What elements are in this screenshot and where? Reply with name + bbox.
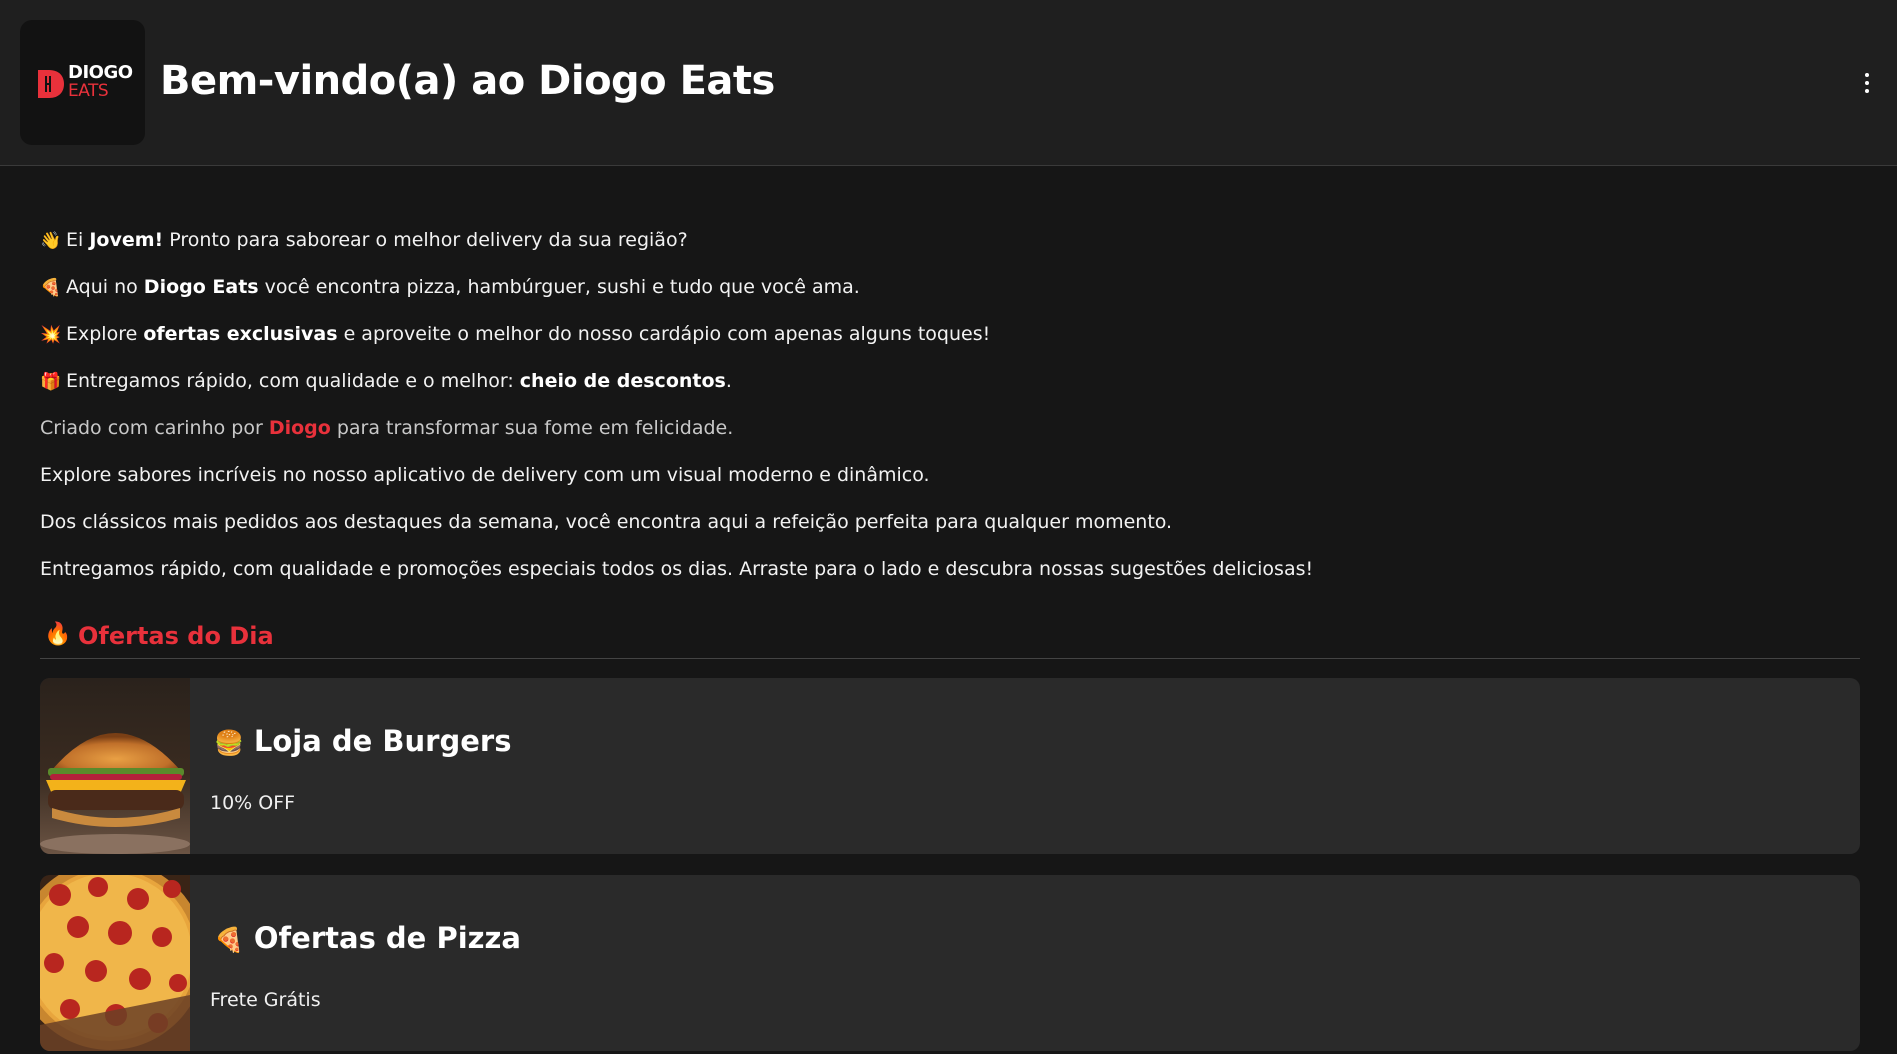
paragraph-1: Explore sabores incríveis no nosso aplic… [40, 464, 930, 486]
section-title: Ofertas do Dia [78, 622, 274, 650]
pizza-icon: 🍕 [40, 278, 62, 298]
intro-text: Ei [66, 229, 90, 251]
offer-title-text: Ofertas de Pizza [253, 921, 521, 955]
logo-wordmark: DIOGO EATS [68, 64, 133, 100]
intro-line-2: 🍕 Aqui no Diogo Eats você encontra pizza,… [40, 267, 1860, 314]
offer-title: 🍔 Loja de Burgers [214, 724, 511, 758]
intro-text: Explore [66, 323, 144, 345]
intro-line-3: 💥 Explore ofertas exclusivas e aproveite … [40, 314, 1860, 361]
logo[interactable]: DIOGO EATS [20, 20, 145, 145]
intro-text: . [725, 370, 732, 392]
author-name: Diogo [268, 417, 331, 439]
offers-section-header: 🔥 Ofertas do Dia [40, 618, 1860, 659]
credit-text: Criado com carinho por [40, 417, 269, 439]
pizza-icon: 🍕 [214, 926, 244, 954]
waving-hand-icon: 👋 [40, 231, 62, 251]
burger-icon: 🍔 [214, 729, 244, 757]
intro-text: e aproveite o melhor do nosso cardápio c… [337, 323, 991, 345]
offer-subtitle: Frete Grátis [210, 989, 321, 1011]
paragraph-2: Dos clássicos mais pedidos aos destaques… [40, 511, 1173, 533]
intro-line-1: 👋 Ei Jovem! Pronto para saborear o melhor… [40, 220, 1860, 267]
offer-card-burgers[interactable]: 🍔 Loja de Burgers 10% OFF [40, 678, 1860, 854]
more-vertical-icon[interactable] [1855, 68, 1879, 98]
intro-content: 👋 Ei Jovem! Pronto para saborear o melhor… [40, 220, 1860, 596]
credit-line: Criado com carinho por Diogo para transf… [40, 408, 1860, 455]
burger-photo [40, 678, 190, 854]
offer-title-text: Loja de Burgers [253, 724, 512, 758]
intro-bold: Diogo Eats [143, 276, 259, 298]
intro-text: Pronto para saborear o melhor delivery d… [163, 229, 688, 251]
intro-bold: cheio de descontos [519, 370, 726, 392]
app-header: DIOGO EATS Bem-vindo(a) ao Diogo Eats [0, 0, 1897, 166]
sparkle-icon: 💥 [40, 325, 62, 345]
logo-line-1: DIOGO [68, 62, 133, 83]
paragraph-3: Entregamos rápido, com qualidade e promo… [40, 558, 1314, 580]
intro-line-4: 🎁 Entregamos rápido, com qualidade e o me… [40, 361, 1860, 408]
intro-bold: Jovem! [89, 229, 164, 251]
intro-text: Aqui no [66, 276, 144, 298]
offer-subtitle: 10% OFF [210, 792, 296, 814]
pizza-photo [40, 875, 190, 1051]
logo-line-2: EATS [68, 81, 109, 101]
intro-text: você encontra pizza, hambúrguer, sushi e… [258, 276, 860, 298]
gift-icon: 🎁 [40, 372, 62, 392]
credit-text: para transformar sua fome em felicidade. [330, 417, 734, 439]
page-title: Bem-vindo(a) ao Diogo Eats [160, 58, 775, 104]
offer-card-pizza[interactable]: 🍕 Ofertas de Pizza Frete Grátis [40, 875, 1860, 1051]
intro-bold: ofertas exclusivas [143, 323, 338, 345]
fire-icon: 🔥 [44, 622, 72, 647]
diogo-eats-logo-icon [38, 70, 64, 98]
offer-title: 🍕 Ofertas de Pizza [214, 921, 521, 955]
intro-text: Entregamos rápido, com qualidade e o mel… [66, 370, 520, 392]
